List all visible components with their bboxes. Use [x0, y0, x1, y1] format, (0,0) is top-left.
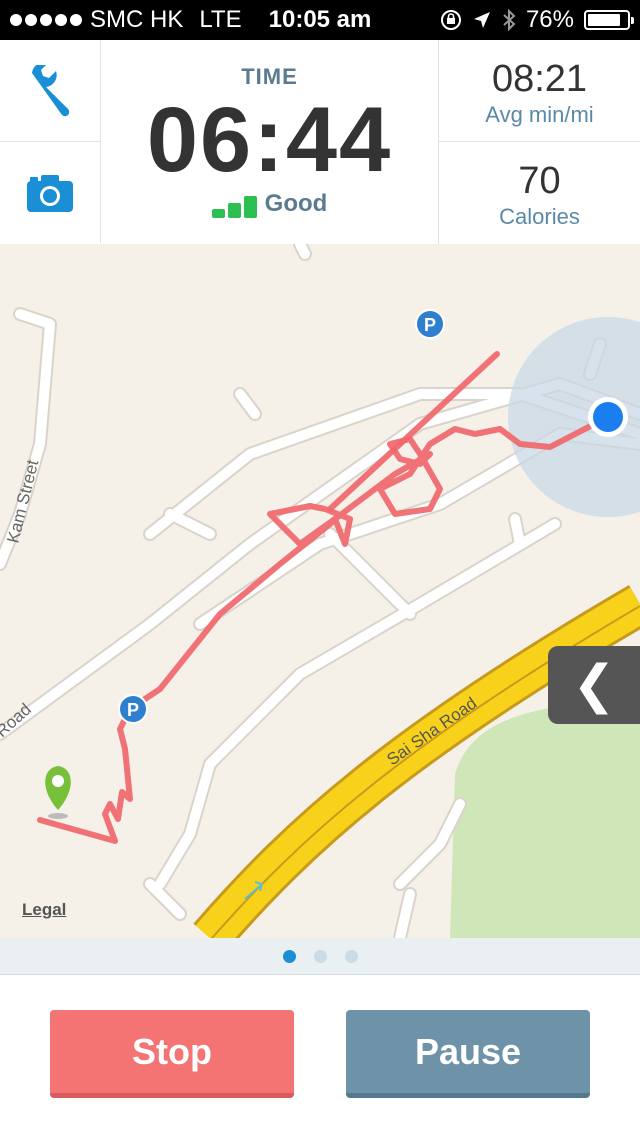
parking-label: P [424, 315, 436, 335]
start-pin-icon [45, 766, 71, 819]
status-right: 76% [440, 6, 634, 34]
camera-icon [27, 174, 73, 212]
settings-button[interactable] [0, 40, 101, 142]
location-arrow-icon [473, 12, 490, 28]
signal-bars-icon [211, 196, 257, 218]
pace-metric[interactable]: 08:21 Avg min/mi [439, 40, 640, 142]
time-cell: TIME 06:44 Good [101, 40, 439, 244]
calories-label: Calories [499, 204, 580, 229]
page-dot-1[interactable] [282, 949, 296, 963]
parking-label: P [127, 700, 139, 720]
pace-value: 08:21 [491, 58, 588, 100]
legal-link[interactable]: Legal [22, 900, 66, 920]
parking-icon: P [118, 694, 148, 724]
camera-button[interactable] [0, 142, 101, 243]
map-canvas: Kam Street Road Sai Sha Road P P [0, 244, 640, 938]
battery-icon [584, 10, 634, 30]
pause-button[interactable]: Pause [346, 1010, 590, 1098]
stats-panel: TIME 06:44 Good 08:21 Avg min/mi 70 Calo… [0, 40, 640, 245]
chevron-left-icon: ❮ [572, 656, 616, 714]
stop-button[interactable]: Stop [50, 1010, 294, 1098]
page-dot-2[interactable] [313, 949, 327, 963]
street-label-kam: Kam Street [3, 458, 42, 545]
signal-quality: Good [264, 190, 328, 217]
gps-signal: Good [101, 190, 438, 218]
battery-percent: 76% [525, 6, 574, 33]
rotation-lock-icon [440, 10, 461, 30]
status-bar: SMC HK LTE 10:05 am 76% [0, 0, 640, 40]
parking-icon: P [415, 309, 445, 339]
elapsed-time: 06:44 [146, 89, 393, 191]
wrench-icon [32, 64, 70, 116]
pace-label: Avg min/mi [485, 102, 594, 127]
route-map[interactable]: Kam Street Road Sai Sha Road P P Legal ❮ [0, 244, 640, 938]
page-dot-3[interactable] [344, 949, 358, 963]
calories-metric[interactable]: 70 Calories [439, 142, 640, 243]
time-label: TIME [241, 64, 298, 89]
page-indicator [0, 938, 640, 975]
panel-toggle-button[interactable]: ❮ [548, 646, 640, 724]
park-area [450, 699, 640, 938]
bluetooth-icon [503, 9, 516, 31]
calories-value: 70 [518, 160, 561, 202]
